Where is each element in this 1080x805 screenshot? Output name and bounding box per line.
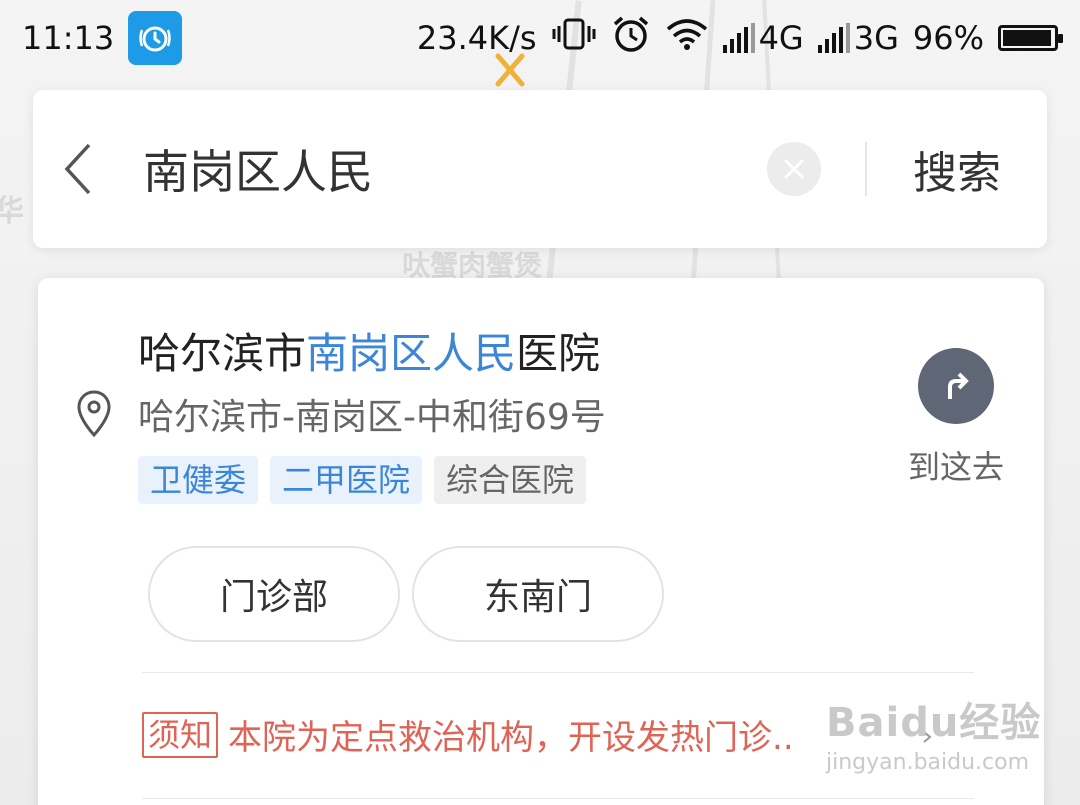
search-bar: 搜索 bbox=[33, 90, 1047, 248]
clear-search-button[interactable] bbox=[767, 142, 821, 196]
sim2-network-type: 3G bbox=[853, 19, 899, 57]
alarm-clock-icon bbox=[611, 15, 651, 61]
watermark-sub: jingyan.baidu.com bbox=[826, 750, 1030, 775]
alarm-app-icon bbox=[128, 11, 183, 65]
sub-poi-list: 门诊部 东南门 bbox=[148, 546, 664, 642]
tag: 二甲医院 bbox=[270, 456, 423, 504]
divider bbox=[142, 798, 974, 799]
status-bar: 11:13 23.4K/s 4G 3G 96% bbox=[0, 0, 1080, 76]
tag: 综合医院 bbox=[434, 456, 587, 504]
sub-poi-button[interactable]: 门诊部 bbox=[148, 546, 400, 642]
location-pin-icon bbox=[77, 390, 111, 438]
go-here-label: 到这去 bbox=[907, 448, 1004, 486]
route-arrow-icon bbox=[918, 348, 994, 424]
back-button[interactable] bbox=[33, 90, 123, 248]
tag: 卫健委 bbox=[138, 456, 259, 504]
status-time: 11:13 bbox=[22, 19, 115, 57]
map-label: 华 bbox=[0, 194, 24, 229]
divider bbox=[142, 672, 974, 673]
search-input[interactable] bbox=[123, 129, 767, 209]
watermark-main: Baidu经验 bbox=[826, 700, 1042, 746]
battery-icon bbox=[998, 25, 1063, 51]
address: 哈尔滨市-南岗区-中和街69号 bbox=[138, 397, 606, 438]
wifi-icon bbox=[665, 17, 709, 59]
title-prefix: 哈尔滨市 bbox=[138, 329, 307, 378]
address-row: 哈尔滨市-南岗区-中和街69号 bbox=[76, 388, 606, 440]
notice-text: 本院为定点救治机构，开设发热门诊.. bbox=[228, 718, 794, 758]
title-highlight: 南岗区人民 bbox=[306, 329, 517, 378]
baidu-watermark: Baidu经验 jingyan.baidu.com bbox=[826, 690, 1041, 775]
close-icon bbox=[784, 159, 804, 179]
battery-percent: 96% bbox=[912, 19, 984, 57]
tag-list: 卫健委 二甲医院 综合医院 bbox=[138, 456, 587, 504]
sim1-network-type: 4G bbox=[758, 19, 804, 57]
title-suffix: 医院 bbox=[516, 329, 601, 378]
search-button[interactable]: 搜索 bbox=[867, 137, 1047, 201]
sub-poi-button[interactable]: 东南门 bbox=[412, 546, 664, 642]
signal-icon bbox=[817, 23, 850, 53]
signal-icon bbox=[722, 23, 755, 53]
notice-row[interactable]: 须知 本院为定点救治机构，开设发热门诊.. bbox=[142, 710, 794, 759]
net-speed: 23.4K/s bbox=[416, 19, 537, 57]
chevron-left-icon bbox=[64, 143, 91, 195]
vibrate-icon bbox=[551, 17, 597, 59]
go-here-button[interactable]: 到这去 bbox=[906, 348, 1006, 488]
result-title[interactable]: 哈尔滨市南岗区人民医院 bbox=[138, 320, 600, 381]
notice-badge: 须知 bbox=[142, 711, 219, 758]
